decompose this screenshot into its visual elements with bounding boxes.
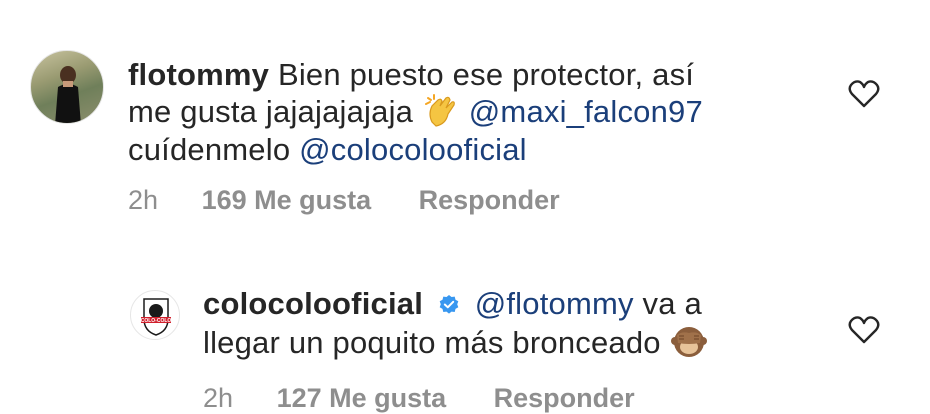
clapping-hands-icon <box>424 94 455 127</box>
comment-username[interactable]: colocolooficial <box>203 286 423 321</box>
like-heart-icon[interactable] <box>848 79 880 109</box>
mention-colocolooficial[interactable]: @colocolooficial <box>299 132 527 167</box>
like-heart-icon[interactable] <box>848 315 880 345</box>
comment-time: 2h <box>203 383 234 413</box>
mention-flotommy[interactable]: @flotommy <box>475 286 634 321</box>
likes-count[interactable]: 127 Me gusta <box>277 383 447 414</box>
verified-badge-icon <box>439 295 459 314</box>
colo-colo-logo-icon: COLO-COLO <box>141 298 172 336</box>
reply-button[interactable]: Responder <box>419 185 560 216</box>
comment-text-line2: me gusta jajajajajaja <box>128 94 414 129</box>
reply-button[interactable]: Responder <box>494 383 635 414</box>
comment-username[interactable]: flotommy <box>128 57 269 92</box>
comment-text-line3: cuídenmelo <box>128 132 291 167</box>
avatar-colocolooficial[interactable]: COLO-COLO <box>130 290 180 340</box>
comment-text-line2: llegar un poquito más bronceado <box>203 325 661 360</box>
comment-body: flotommy Bien puesto ese protector, así … <box>128 56 808 169</box>
comment-time: 2h <box>128 185 159 215</box>
logo-text: COLO-COLO <box>141 318 172 324</box>
likes-count[interactable]: 169 Me gusta <box>202 185 372 216</box>
comment-text-line1: Bien puesto ese protector, así <box>277 57 695 92</box>
comment-text-line1: va a <box>642 286 702 321</box>
avatar-flotommy[interactable] <box>30 50 104 124</box>
comment-meta: 2h 127 Me gusta Responder <box>203 383 635 414</box>
comment-body: colocolooficial @flotommy va a llegar un… <box>203 285 823 362</box>
comment-meta: 2h 169 Me gusta Responder <box>128 185 560 216</box>
profile-photo-icon <box>55 66 81 123</box>
mention-maxi-falcon97[interactable]: @maxi_falcon97 <box>469 94 703 129</box>
see-no-evil-monkey-icon <box>670 327 707 357</box>
